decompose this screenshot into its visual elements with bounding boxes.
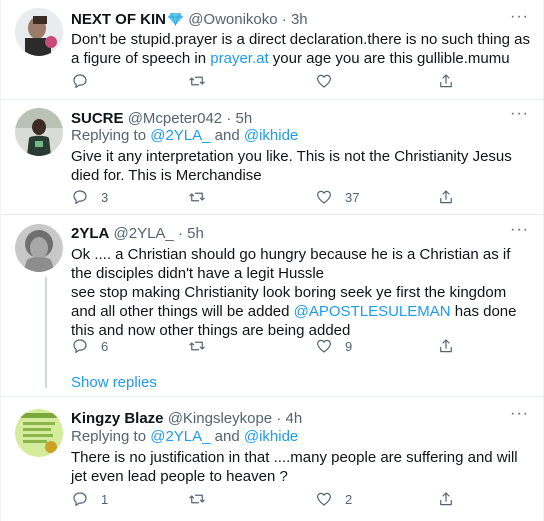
tweet-actions: 1 2 bbox=[71, 489, 471, 509]
reply-count: 1 bbox=[101, 491, 109, 507]
thread-line bbox=[45, 277, 47, 388]
tweet-text: Ok .... a Christian should go hungry bec… bbox=[71, 246, 517, 339]
diamond-icon bbox=[167, 12, 184, 32]
timestamp[interactable]: 4h bbox=[286, 410, 303, 427]
tweet-header: NEXT OF KIN @Owonikoko · 3h bbox=[71, 10, 308, 32]
like-button[interactable] bbox=[315, 71, 345, 91]
like-count: 9 bbox=[345, 338, 353, 354]
heart-icon bbox=[317, 190, 331, 204]
avatar[interactable] bbox=[15, 108, 63, 156]
link[interactable]: prayer.at bbox=[210, 50, 268, 67]
share-button[interactable] bbox=[437, 336, 455, 356]
avatar-image bbox=[15, 8, 63, 56]
tweet[interactable]: SUCRE @Mcpeter042 · 5h Replying to @2YLA… bbox=[1, 100, 543, 214]
tweet[interactable]: 2YLA @2YLA_ · 5h Ok .... a Christian sho… bbox=[1, 215, 543, 396]
retweet-button[interactable] bbox=[188, 489, 218, 509]
heart-icon bbox=[317, 74, 331, 88]
reply-button[interactable]: 6 bbox=[71, 336, 108, 356]
avatar[interactable] bbox=[15, 409, 63, 457]
like-count: 37 bbox=[345, 189, 360, 205]
like-button[interactable]: 9 bbox=[315, 336, 352, 356]
retweet-icon bbox=[189, 192, 205, 202]
mention-link[interactable]: @ikhide bbox=[244, 428, 298, 445]
replying-to: Replying to @2YLA_ and @ikhide bbox=[71, 127, 299, 144]
user-handle[interactable]: @Owonikoko bbox=[188, 11, 277, 28]
share-icon bbox=[440, 339, 452, 353]
mention-link[interactable]: @APOSTLESULEMAN bbox=[294, 303, 451, 320]
like-button[interactable]: 37 bbox=[315, 187, 359, 207]
retweet-icon bbox=[189, 494, 205, 504]
display-name[interactable]: SUCRE bbox=[71, 110, 124, 127]
tweet[interactable]: Kingzy Blaze @Kingsleykope · 4h Replying… bbox=[1, 397, 543, 521]
mention-link[interactable]: @2YLA_ bbox=[150, 127, 210, 144]
user-handle[interactable]: @Mcpeter042 bbox=[128, 110, 222, 127]
more-options-button[interactable]: ··· bbox=[510, 221, 529, 239]
reply-icon bbox=[73, 74, 87, 88]
tweet-actions: 3 37 bbox=[71, 187, 471, 207]
reply-count: 3 bbox=[101, 189, 109, 205]
more-options-button[interactable]: ··· bbox=[510, 8, 529, 26]
tweet-header: Kingzy Blaze @Kingsleykope · 4h bbox=[71, 409, 302, 429]
separator-dot: · bbox=[226, 110, 232, 127]
retweet-button[interactable] bbox=[188, 71, 218, 91]
reply-button[interactable]: 1 bbox=[71, 489, 108, 509]
heart-icon bbox=[317, 339, 331, 353]
share-button[interactable] bbox=[437, 71, 455, 91]
separator-dot: · bbox=[276, 410, 282, 427]
share-icon bbox=[440, 74, 452, 88]
avatar[interactable] bbox=[15, 8, 63, 56]
retweet-button[interactable] bbox=[188, 336, 218, 356]
tweet[interactable]: NEXT OF KIN @Owonikoko · 3h ··· Don't be… bbox=[1, 0, 543, 99]
timestamp[interactable]: 5h bbox=[235, 110, 252, 127]
tweet-text: Don't be stupid.prayer is a direct decla… bbox=[71, 31, 530, 67]
like-button[interactable]: 2 bbox=[315, 489, 352, 509]
avatar-image bbox=[15, 108, 63, 156]
more-options-button[interactable]: ··· bbox=[510, 405, 529, 423]
avatar-image bbox=[15, 409, 63, 457]
share-icon bbox=[440, 190, 452, 204]
timestamp[interactable]: 5h bbox=[187, 225, 204, 242]
timestamp[interactable]: 3h bbox=[291, 11, 308, 28]
retweet-button[interactable] bbox=[188, 187, 218, 207]
retweet-icon bbox=[189, 341, 205, 351]
mention-link[interactable]: @2YLA_ bbox=[150, 428, 210, 445]
timeline: NEXT OF KIN @Owonikoko · 3h ··· Don't be… bbox=[0, 0, 544, 521]
avatar-image bbox=[15, 224, 63, 272]
tweet-actions bbox=[71, 71, 471, 91]
separator-dot: · bbox=[281, 11, 287, 28]
reply-count: 6 bbox=[101, 338, 109, 354]
user-handle[interactable]: @2YLA_ bbox=[114, 225, 174, 242]
like-count: 2 bbox=[345, 491, 353, 507]
avatar[interactable] bbox=[15, 224, 63, 272]
reply-icon bbox=[73, 190, 87, 204]
user-handle[interactable]: @Kingsleykope bbox=[168, 410, 272, 427]
replying-to: Replying to @2YLA_ and @ikhide bbox=[71, 428, 299, 445]
reply-icon bbox=[73, 339, 87, 353]
separator-dot: · bbox=[177, 225, 183, 242]
more-options-button[interactable]: ··· bbox=[510, 105, 529, 123]
display-name[interactable]: 2YLA bbox=[71, 225, 109, 242]
tweet-actions: 6 9 bbox=[71, 336, 471, 356]
share-icon bbox=[440, 492, 452, 506]
display-name[interactable]: NEXT OF KIN bbox=[71, 11, 166, 28]
share-button[interactable] bbox=[437, 489, 455, 509]
tweet-header: 2YLA @2YLA_ · 5h bbox=[71, 224, 204, 244]
reply-icon bbox=[73, 492, 87, 506]
reply-button[interactable]: 3 bbox=[71, 187, 108, 207]
share-button[interactable] bbox=[437, 187, 455, 207]
reply-button[interactable] bbox=[71, 71, 101, 91]
show-replies-link[interactable]: Show replies bbox=[71, 374, 157, 391]
retweet-icon bbox=[189, 76, 205, 86]
mention-link[interactable]: @ikhide bbox=[244, 127, 298, 144]
display-name[interactable]: Kingzy Blaze bbox=[71, 410, 164, 427]
tweet-text: There is no justification in that ....ma… bbox=[71, 449, 518, 485]
heart-icon bbox=[317, 492, 331, 506]
tweet-text: Give it any interpretation you like. Thi… bbox=[71, 148, 512, 184]
